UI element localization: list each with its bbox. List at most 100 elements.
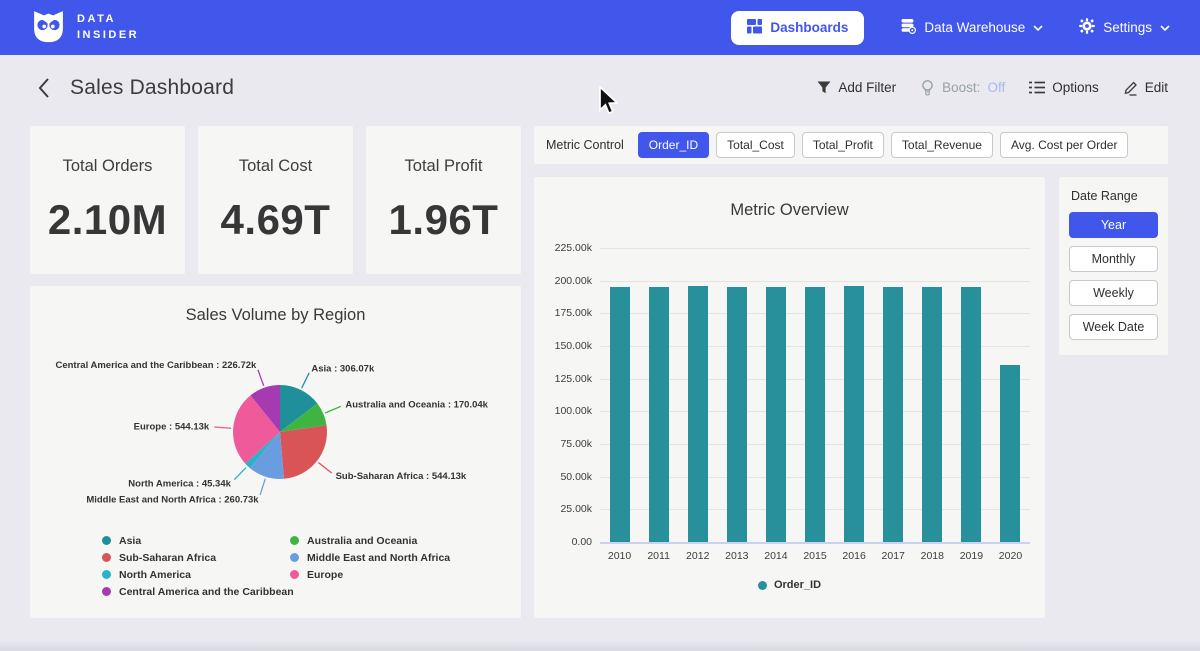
- pie-label-line: [325, 406, 341, 413]
- bar-chart-legend[interactable]: Order_ID: [534, 579, 1045, 591]
- bar-slot: [678, 248, 717, 542]
- date-range-weekly[interactable]: Weekly: [1069, 280, 1158, 306]
- kpi-value: 1.96T: [389, 196, 499, 244]
- y-axis-tick-label: 150.00k: [536, 340, 592, 352]
- date-range-options: Year Monthly Weekly Week Date: [1069, 212, 1158, 340]
- legend-label: Australia and Oceania: [307, 535, 417, 547]
- pie-slice-label: Asia : 306.07k: [311, 363, 375, 374]
- add-filter-button[interactable]: Add Filter: [817, 80, 896, 95]
- pie-slice-label: Australia and Oceania : 170.04k: [345, 399, 488, 410]
- metric-chip-total-profit[interactable]: Total_Profit: [802, 132, 884, 158]
- bars-container: [600, 248, 1030, 542]
- bar-slot: [756, 248, 795, 542]
- pie-legend-item-europe[interactable]: Europe: [290, 566, 450, 583]
- x-axis-tick-label: 2012: [678, 550, 717, 562]
- y-axis-tick-label: 200.00k: [536, 275, 592, 287]
- kpi-value: 2.10M: [48, 196, 167, 244]
- pie-legend-item-australia-and-oceania[interactable]: Australia and Oceania: [290, 532, 450, 549]
- bar-slot: [991, 248, 1030, 542]
- pie-slice-label: Sub-Saharan Africa : 544.13k: [336, 471, 467, 482]
- bar-slot: [952, 248, 991, 542]
- gridline: [600, 542, 1030, 544]
- pie-slice-label: Europe : 544.13k: [134, 422, 210, 433]
- brand-name: DATA INSIDER: [77, 12, 139, 44]
- pie-legend-item-north-america[interactable]: North America: [102, 566, 294, 583]
- pie-legend-item-asia[interactable]: Asia: [102, 532, 294, 549]
- pie-legend-column-2: Australia and Oceania Middle East and Nor…: [290, 532, 450, 583]
- x-axis-tick-label: 2010: [600, 550, 639, 562]
- legend-dot: [102, 536, 111, 545]
- bar-2016[interactable]: [844, 286, 864, 542]
- legend-dot: [290, 570, 299, 579]
- metric-chip-total-cost[interactable]: Total_Cost: [716, 132, 795, 158]
- chevron-down-icon: [1160, 25, 1170, 31]
- dashboards-button[interactable]: Dashboards: [731, 11, 864, 45]
- date-range-week-date[interactable]: Week Date: [1069, 314, 1158, 340]
- metric-chip-order-id[interactable]: Order_ID: [638, 132, 709, 158]
- x-axis-tick-label: 2018: [913, 550, 952, 562]
- options-button[interactable]: Options: [1029, 80, 1099, 95]
- pie-legend-item-sub-saharan-africa[interactable]: Sub-Saharan Africa: [102, 549, 294, 566]
- metric-chip-avg-cost-per-order[interactable]: Avg. Cost per Order: [1000, 132, 1129, 158]
- date-range-panel: Date Range Year Monthly Weekly Week Date: [1059, 177, 1168, 355]
- kpi-card-total-orders: Total Orders 2.10M: [30, 126, 185, 274]
- settings-label: Settings: [1103, 20, 1152, 35]
- edit-button[interactable]: Edit: [1123, 80, 1168, 96]
- boost-state: Off: [987, 80, 1005, 95]
- kpi-card-total-cost: Total Cost 4.69T: [198, 126, 353, 274]
- pie-legend-item-central-america-and-the-caribbean[interactable]: Central America and the Caribbean: [102, 583, 294, 600]
- bar-2011[interactable]: [649, 287, 669, 542]
- x-axis-tick-label: 2014: [756, 550, 795, 562]
- legend-label: Middle East and North Africa: [307, 552, 450, 564]
- date-range-title: Date Range: [1071, 189, 1158, 203]
- list-icon: [1029, 81, 1045, 94]
- pie-label-line: [234, 467, 246, 479]
- bar-2012[interactable]: [688, 286, 708, 542]
- bar-2017[interactable]: [883, 287, 903, 542]
- x-axis-tick-label: 2013: [717, 550, 756, 562]
- metric-chip-total-revenue[interactable]: Total_Revenue: [891, 132, 993, 158]
- brand-logo[interactable]: DATA INSIDER: [30, 7, 139, 49]
- bottom-scroll-strip: [0, 641, 1200, 651]
- chevron-down-icon: [1033, 25, 1043, 31]
- bar-2014[interactable]: [766, 287, 786, 542]
- kpi-value: 4.69T: [221, 196, 331, 244]
- y-axis-tick-label: 125.00k: [536, 373, 592, 385]
- data-warehouse-menu[interactable]: Data Warehouse: [900, 18, 1043, 37]
- bar-2019[interactable]: [961, 287, 981, 542]
- legend-dot: [290, 536, 299, 545]
- pie-chart-panel: Sales Volume by Region Asia : 306.07kAus…: [30, 286, 521, 618]
- bar-2013[interactable]: [727, 287, 747, 542]
- nav-menu: Dashboards Data Warehouse: [731, 11, 1170, 45]
- date-range-monthly[interactable]: Monthly: [1069, 246, 1158, 272]
- legend-label: Central America and the Caribbean: [119, 586, 294, 598]
- legend-label: North America: [119, 569, 191, 581]
- pie-chart: Asia : 306.07k Australia and Oceania : 17…: [30, 330, 521, 526]
- top-nav: DATA INSIDER Dashboards: [0, 0, 1200, 55]
- bar-2020[interactable]: [1000, 365, 1020, 542]
- pie-label-line: [214, 427, 231, 428]
- options-label: Options: [1052, 80, 1099, 95]
- y-axis-tick-label: 100.00k: [536, 405, 592, 417]
- bar-chart-title: Metric Overview: [534, 201, 1045, 220]
- pie-legend-item-middle-east-and-north-africa[interactable]: Middle East and North Africa: [290, 549, 450, 566]
- bar-2010[interactable]: [610, 287, 630, 542]
- legend-dot: [290, 553, 299, 562]
- settings-menu[interactable]: Settings: [1079, 18, 1170, 37]
- bar-2015[interactable]: [805, 287, 825, 542]
- kpi-label: Total Cost: [239, 157, 312, 176]
- boost-toggle[interactable]: Boost: Off: [920, 80, 1005, 96]
- legend-dot: [102, 587, 111, 596]
- metric-control-options: Order_ID Total_Cost Total_Profit Total_Reve…: [638, 132, 1129, 158]
- legend-label: Sub-Saharan Africa: [119, 552, 216, 564]
- back-button[interactable]: [32, 76, 56, 100]
- header-actions: Add Filter Boost: Off: [817, 80, 1168, 96]
- pie-legend-column-1: Asia Sub-Saharan Africa North America Centr…: [102, 532, 294, 600]
- bar-slot: [795, 248, 834, 542]
- filter-icon: [817, 81, 831, 94]
- bar-2018[interactable]: [922, 287, 942, 542]
- pie-label-line: [318, 463, 331, 474]
- y-axis-tick-label: 50.00k: [536, 471, 592, 483]
- pie-slice-sub-saharan-africa[interactable]: [280, 425, 327, 479]
- date-range-year[interactable]: Year: [1069, 212, 1158, 238]
